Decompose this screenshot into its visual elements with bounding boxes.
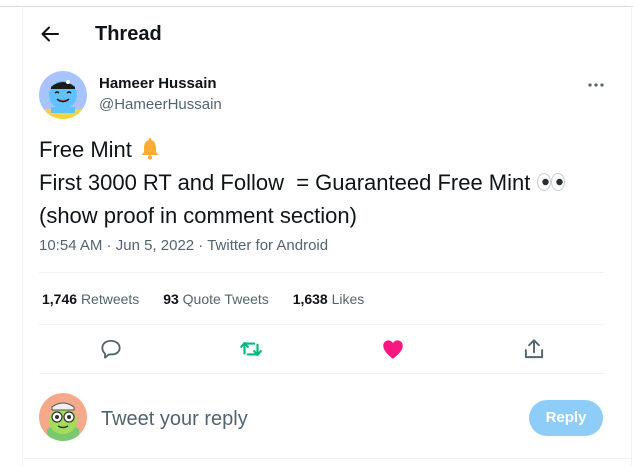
share-icon[interactable] (521, 336, 547, 362)
reply-input[interactable]: Tweet your reply (101, 407, 248, 431)
page-title: Thread (95, 23, 162, 45)
tweet-text-line-1: Free Mint (39, 135, 609, 168)
back-arrow-icon[interactable] (38, 22, 62, 46)
bottom-border (22, 458, 632, 459)
tweet-time[interactable]: 10:54 AM (39, 237, 102, 254)
bell-emoji-icon (138, 137, 162, 168)
meta-separator: · (102, 237, 116, 254)
eyes-emoji-icon (536, 170, 566, 201)
author-avatar[interactable] (39, 71, 87, 119)
more-options-icon[interactable] (586, 78, 606, 92)
tweet-meta: 10:54 AM · Jun 5, 2022 · Twitter for And… (39, 237, 328, 255)
divider (39, 272, 605, 273)
quote-tweets-stat[interactable]: 93 Quote Tweets (163, 290, 269, 308)
tweet-source[interactable]: Twitter for Android (207, 237, 328, 254)
current-user-avatar[interactable] (39, 393, 87, 441)
author-handle[interactable]: @HameerHussain (99, 96, 222, 114)
likes-stat[interactable]: 1,638 Likes (293, 290, 365, 308)
right-border (631, 6, 632, 466)
retweet-icon[interactable] (238, 336, 264, 362)
tweet-date[interactable]: Jun 5, 2022 (116, 237, 194, 254)
reply-icon[interactable] (98, 336, 124, 362)
retweets-stat[interactable]: 1,746 Retweets (42, 290, 139, 308)
tweet-text: Free Mint First 3000 RT and Follow = Gua… (39, 135, 609, 230)
divider (39, 324, 605, 325)
top-border (0, 6, 633, 7)
meta-separator: · (194, 237, 208, 254)
tweet-actions (39, 336, 605, 362)
like-icon[interactable] (380, 336, 406, 362)
tweet-stats: 1,746 Retweets 93 Quote Tweets 1,638 Lik… (42, 290, 384, 308)
divider (39, 373, 605, 374)
tweet-text-line-3: (show proof in comment section) (39, 203, 357, 228)
reply-button[interactable]: Reply (529, 400, 603, 436)
author-display-name[interactable]: Hameer Hussain (99, 75, 217, 93)
tweet-text-line-2: First 3000 RT and Follow = Guaranteed Fr… (39, 168, 609, 201)
left-border (22, 6, 23, 466)
